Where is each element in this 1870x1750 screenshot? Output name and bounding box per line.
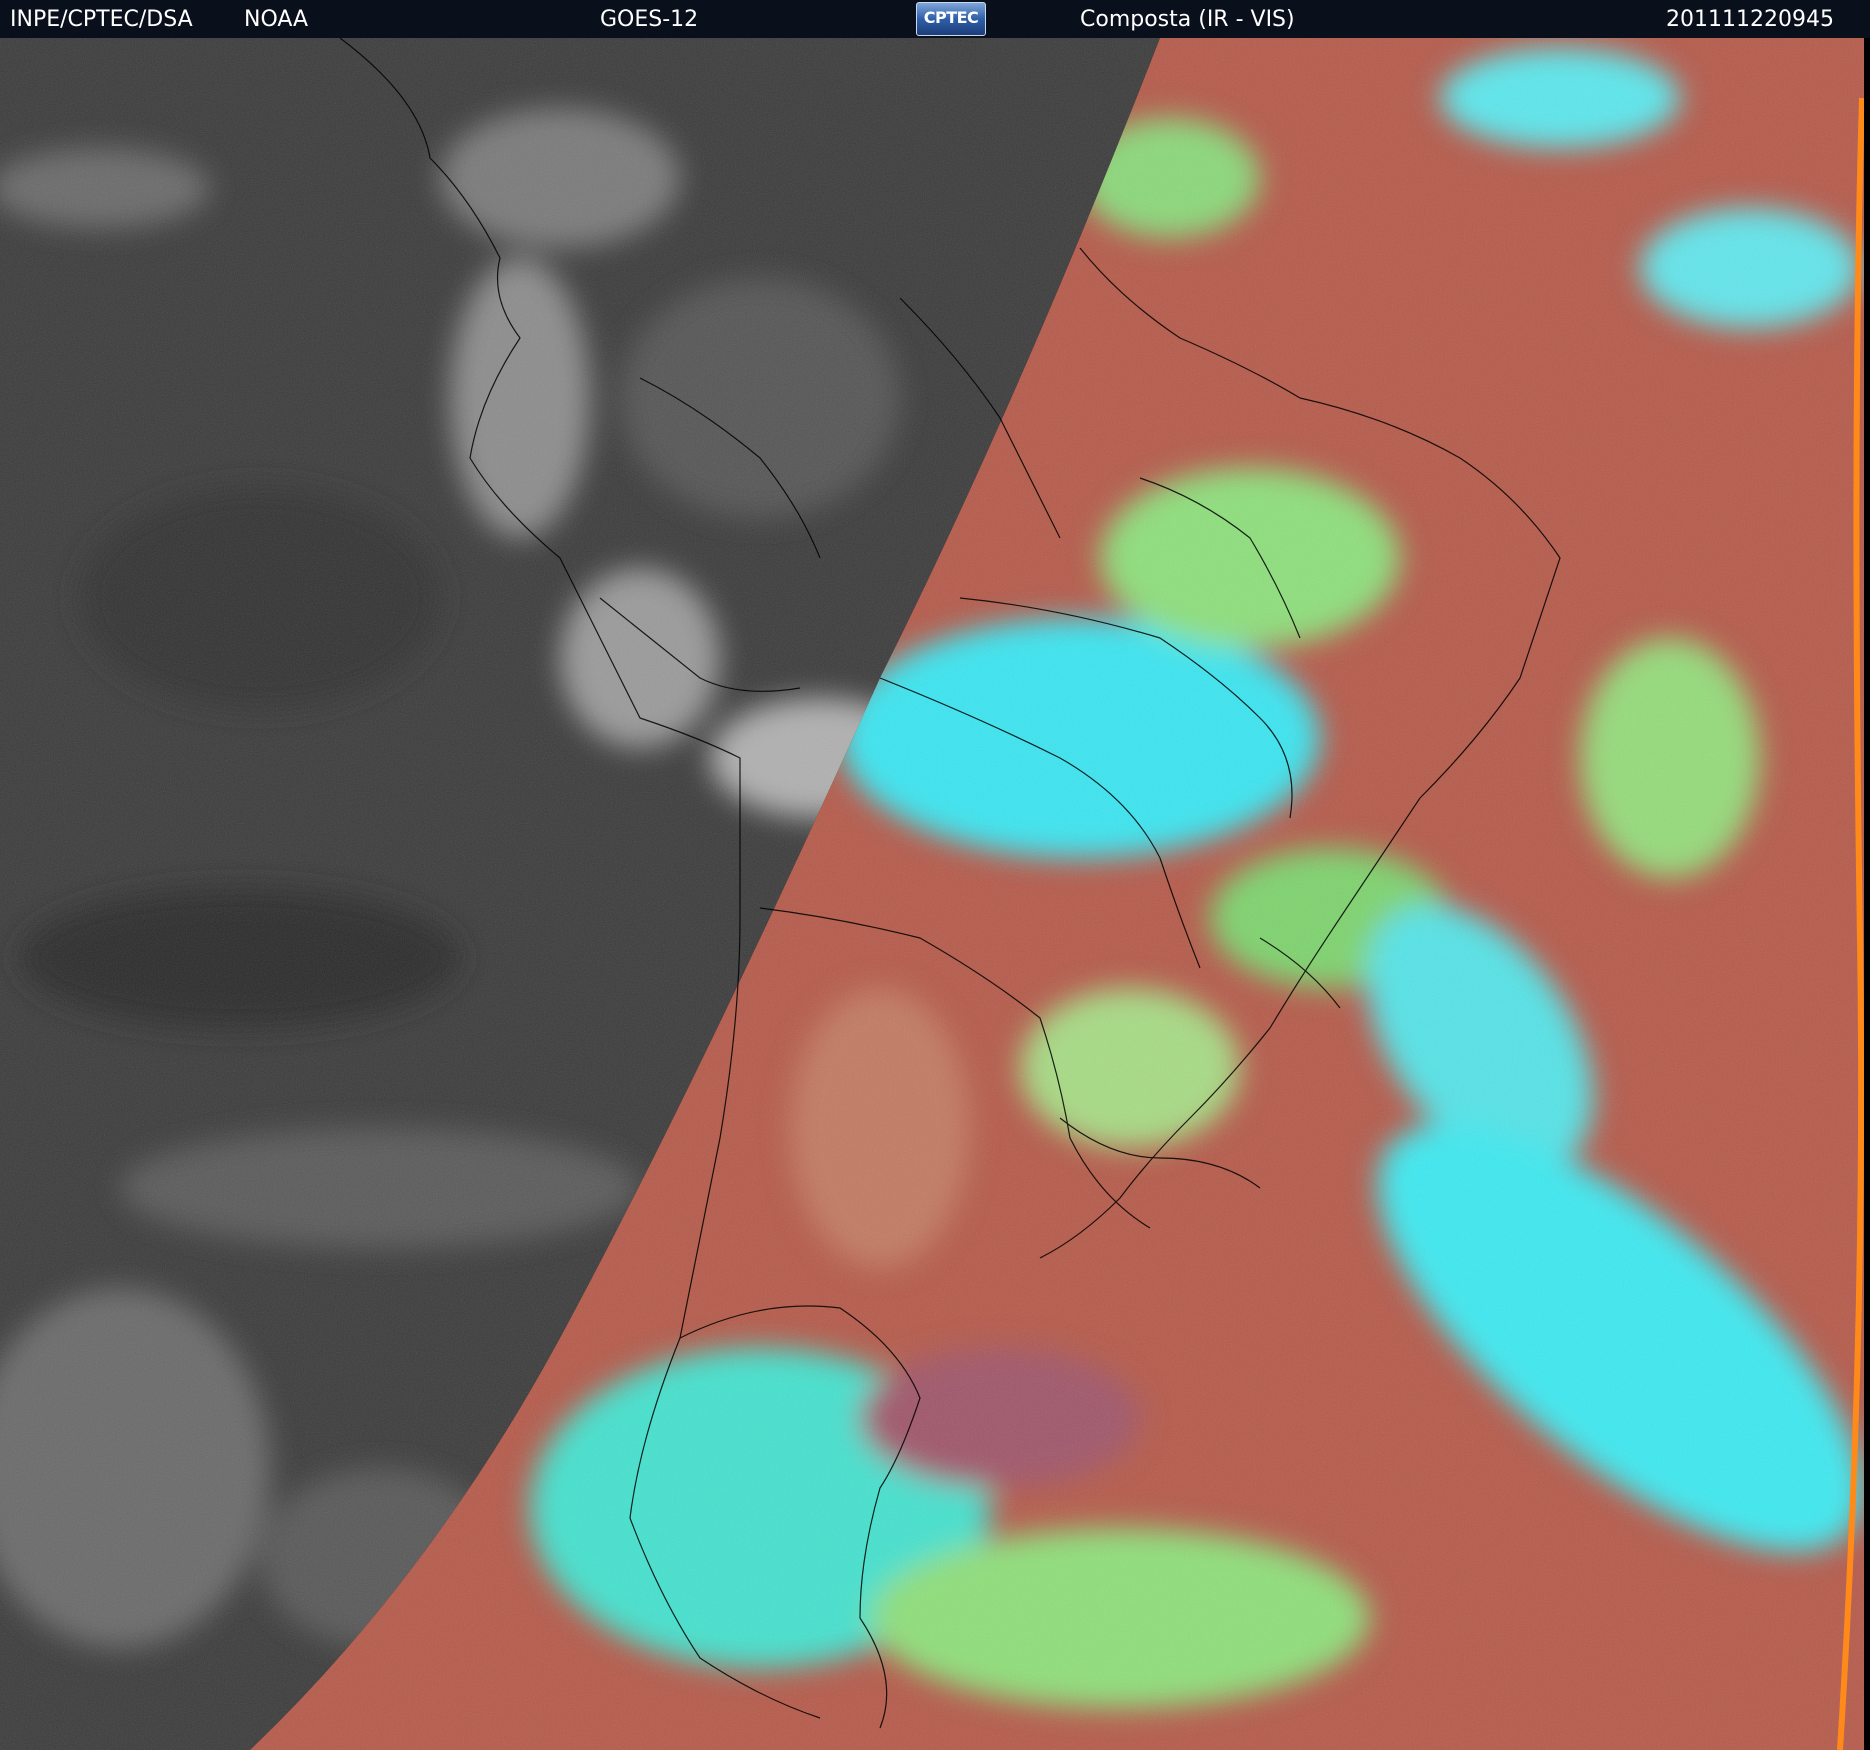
satellite-label: GOES-12: [600, 7, 699, 32]
satellite-image: [0, 38, 1870, 1750]
timestamp-label: 201111220945: [1666, 7, 1834, 32]
image-header: INPE/CPTEC/DSA NOAA GOES-12 CPTEC Compos…: [0, 0, 1870, 38]
organization-label: INPE/CPTEC/DSA: [10, 7, 193, 32]
logo-text: CPTEC: [923, 8, 979, 27]
agency-label: NOAA: [244, 7, 309, 32]
cptec-logo-icon: CPTEC: [916, 2, 986, 36]
product-label: Composta (IR - VIS): [1080, 7, 1295, 32]
